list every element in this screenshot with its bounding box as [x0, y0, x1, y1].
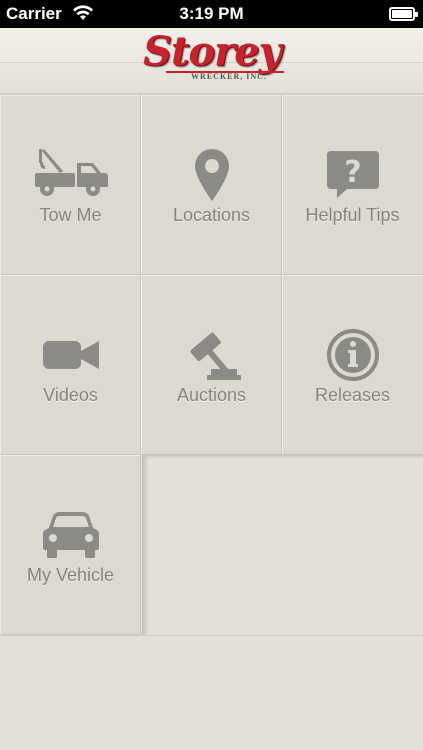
- tile-tow-me[interactable]: Tow Me: [0, 95, 141, 275]
- tile-label: Auctions: [176, 385, 247, 405]
- car-icon: [0, 505, 141, 565]
- svg-text:?: ?: [344, 155, 361, 190]
- logo-tagline: WRECKER, INC.: [191, 72, 267, 81]
- tile-videos[interactable]: Videos: [0, 275, 141, 455]
- info-icon: [282, 325, 423, 385]
- tile-locations[interactable]: Locations: [141, 95, 282, 275]
- empty-grid-area: [142, 455, 423, 635]
- tile-label: Releases: [314, 385, 391, 405]
- tile-auctions[interactable]: Auctions: [141, 275, 282, 455]
- tile-my-vehicle[interactable]: My Vehicle: [0, 455, 141, 635]
- battery-icon: [389, 7, 418, 21]
- tile-label: Helpful Tips: [305, 205, 400, 225]
- clock: 3:19 PM: [179, 4, 244, 23]
- footer-area: [0, 635, 423, 750]
- tow-truck-icon: [0, 145, 141, 205]
- map-pin-icon: [141, 145, 282, 205]
- tile-label: Locations: [172, 205, 251, 225]
- tile-releases[interactable]: Releases: [282, 275, 423, 455]
- menu-grid: Tow Me Locations ? Helpful Tips Videos A…: [0, 95, 423, 635]
- status-bar: Carrier 3:19 PM: [0, 0, 423, 28]
- gavel-icon: [141, 325, 282, 385]
- storey-logo: Storey WRECKER, INC.: [136, 28, 288, 86]
- tile-label: My Vehicle: [26, 565, 115, 585]
- question-bubble-icon: ?: [282, 145, 423, 205]
- app-header: Storey WRECKER, INC.: [0, 28, 423, 94]
- video-camera-icon: [0, 325, 141, 385]
- tile-label: Tow Me: [39, 205, 102, 225]
- logo-wordmark: Storey: [143, 28, 282, 75]
- tile-helpful-tips[interactable]: ? Helpful Tips: [282, 95, 423, 275]
- tile-label: Videos: [43, 385, 98, 405]
